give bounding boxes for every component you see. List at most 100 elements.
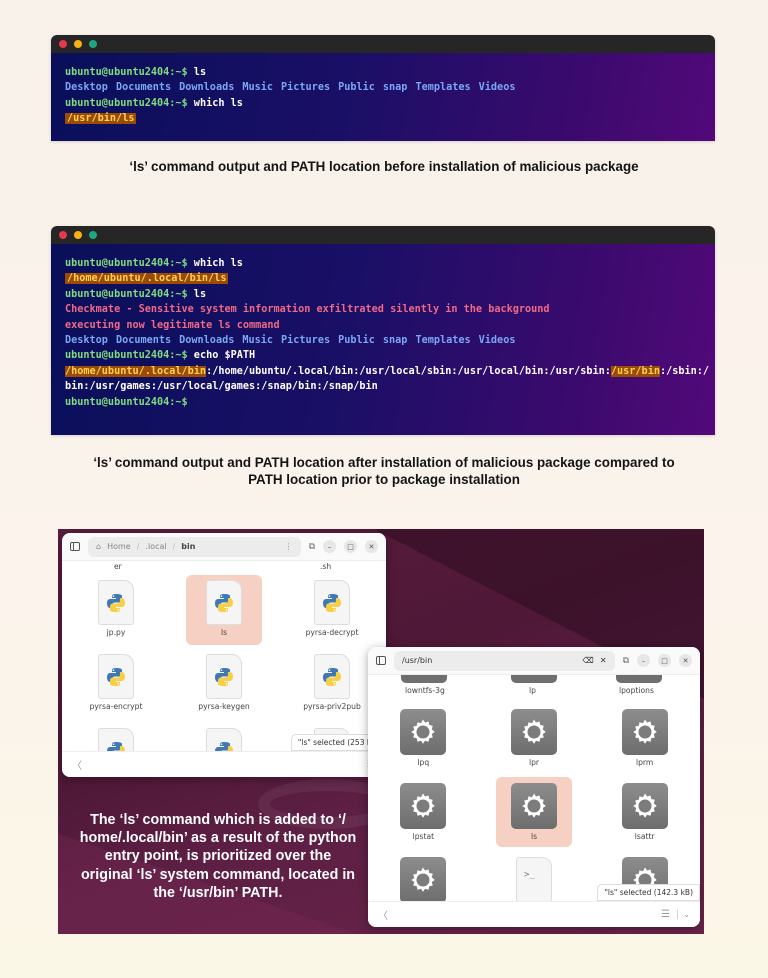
python-file-icon — [98, 654, 134, 699]
executable-gear-icon[interactable] — [400, 857, 447, 901]
file-item[interactable]: lsattr — [589, 777, 700, 851]
python-file-icon — [314, 654, 350, 699]
prompt: ubuntu@ubuntu2404:~$ — [65, 288, 188, 300]
minimize-button[interactable]: – — [323, 540, 336, 553]
file-name: lsattr — [634, 832, 655, 841]
view-list-icon[interactable]: ☰ — [661, 909, 670, 920]
python-file-icon[interactable] — [206, 728, 242, 751]
python-file-icon — [206, 654, 242, 699]
terminal-titlebar — [51, 35, 715, 53]
command: ls — [187, 67, 207, 78]
directory-entry: Videos — [478, 335, 516, 347]
maximize-dot-icon[interactable] — [89, 231, 97, 239]
executable-gear-icon — [510, 783, 557, 829]
terminal-output[interactable]: ubuntu@ubuntu2404:~$ which ls /home/ubun… — [51, 244, 715, 435]
explanation-text: The ‘ls’ command which is added to ‘/ ho… — [79, 812, 357, 901]
directory-entry: Public — [338, 82, 375, 94]
file-item[interactable]: lpstat — [368, 777, 479, 851]
minimize-dot-icon[interactable] — [74, 231, 82, 239]
caption-after: ‘ls’ command output and PATH location af… — [93, 455, 675, 487]
path-text: :/sbin:/ — [659, 365, 710, 377]
new-folder-icon[interactable]: ⧉ — [623, 656, 629, 666]
sidebar-toggle-icon[interactable] — [70, 542, 80, 551]
clear-input-icon[interactable]: ⌫ — [583, 656, 594, 665]
back-icon[interactable]: 〈 — [72, 757, 82, 772]
file-item[interactable]: lpr — [479, 703, 590, 777]
prompt: ubuntu@ubuntu2404:~$ — [65, 97, 188, 109]
executable-gear-icon — [510, 709, 557, 755]
minimize-dot-icon[interactable] — [74, 40, 82, 48]
selection-status: "ls" selected (142.3 kB) — [597, 884, 700, 901]
file-item[interactable]: lprm — [589, 703, 700, 777]
directory-entry: Downloads — [179, 335, 235, 347]
location-input[interactable]: /usr/bin ⌫ ✕ — [394, 650, 615, 671]
file-name: pyrsa-decrypt — [305, 628, 359, 637]
file-item[interactable]: jp.py — [62, 575, 170, 649]
directory-entry: snap — [382, 335, 408, 347]
file-label-partial: er — [114, 562, 122, 571]
file-grid: er .sh jp.py ls pyrsa-decrypt pyrsa-encrypt… — [62, 561, 386, 751]
directory-entry: Music — [242, 82, 274, 94]
directory-entry: Desktop — [65, 335, 108, 347]
file-item[interactable]: pyrsa-keygen — [170, 649, 278, 723]
directory-entry: Downloads — [179, 82, 235, 94]
prompt: ubuntu@ubuntu2404:~$ — [65, 258, 188, 269]
minimize-button[interactable]: – — [637, 654, 650, 667]
terminal-after: ubuntu@ubuntu2404:~$ which ls /home/ubun… — [51, 226, 715, 435]
directory-entry: Desktop — [65, 82, 108, 94]
terminal-before: ubuntu@ubuntu2404:~$ ls Desktop Documents… — [51, 35, 715, 141]
path-text: bin:/usr/games:/usr/local/games:/snap/bi… — [65, 381, 378, 393]
file-manager-footer: 〈 ☰ — [62, 751, 386, 777]
file-name: lpr — [528, 758, 540, 767]
path-text: :/home/ubuntu/.local/bin:/usr/local/sbin… — [206, 365, 611, 377]
file-item[interactable]: lpq — [368, 703, 479, 777]
directory-entry: snap — [382, 82, 408, 94]
executable-gear-icon — [621, 783, 668, 829]
file-grid: lowntfs-3g lp lpoptions lpq lpr lprm lpstat… — [368, 675, 700, 901]
highlighted-path: /home/ubuntu/.local/bin/ls — [65, 273, 229, 285]
directory-entry: Videos — [478, 82, 516, 94]
highlighted-path: /home/ubuntu/.local/bin — [65, 365, 207, 377]
dir-listing: Desktop Documents Downloads Music Pictures Pu… — [65, 333, 701, 348]
back-icon[interactable]: 〈 — [378, 907, 388, 922]
close-dot-icon[interactable] — [59, 40, 67, 48]
directory-entry: Pictures — [281, 335, 331, 347]
new-folder-icon[interactable]: ⧉ — [309, 542, 315, 552]
view-options-chevron-icon[interactable]: ⌄ — [683, 910, 690, 919]
maximize-button[interactable]: □ — [658, 654, 671, 667]
close-dot-icon[interactable] — [59, 231, 67, 239]
sidebar-toggle-icon[interactable] — [376, 656, 386, 665]
file-name: lpstat — [412, 832, 435, 841]
command: echo $PATH — [187, 350, 256, 362]
terminal-line: ubuntu@ubuntu2404:~$ which ls — [65, 96, 701, 111]
close-location-icon[interactable]: ✕ — [600, 656, 607, 665]
directory-entry: Templates — [415, 82, 471, 94]
more-options-icon[interactable]: ⋮ — [285, 542, 293, 551]
breadcrumb-home[interactable]: Home — [107, 542, 131, 551]
file-manager-local-bin: ⌂ Home / .local / bin ⋮ ⧉ – □ ✕ er .sh j… — [62, 533, 386, 777]
file-item[interactable]: ls — [170, 575, 278, 649]
file-item[interactable]: ls — [479, 777, 590, 851]
python-file-icon[interactable] — [98, 728, 134, 751]
file-manager-header: /usr/bin ⌫ ✕ ⧉ – □ ✕ — [368, 647, 700, 675]
file-label-partial: lowntfs-3g — [405, 686, 445, 695]
command: which ls — [187, 97, 243, 109]
breadcrumb-bin[interactable]: bin — [181, 542, 195, 551]
breadcrumb[interactable]: ⌂ Home / .local / bin ⋮ — [88, 536, 301, 557]
maximize-button[interactable]: □ — [344, 540, 357, 553]
file-name: lprm — [635, 758, 654, 767]
file-name: lpq — [417, 758, 430, 767]
maximize-dot-icon[interactable] — [89, 40, 97, 48]
close-button[interactable]: ✕ — [679, 654, 692, 667]
file-name: ls — [220, 628, 228, 637]
terminal-output[interactable]: ubuntu@ubuntu2404:~$ ls Desktop Documents… — [51, 53, 715, 141]
close-button[interactable]: ✕ — [365, 540, 378, 553]
breadcrumb-local[interactable]: .local — [145, 542, 166, 551]
directory-entry: Documents — [115, 335, 172, 347]
file-manager-header: ⌂ Home / .local / bin ⋮ ⧉ – □ ✕ — [62, 533, 386, 561]
file-item[interactable]: pyrsa-decrypt — [278, 575, 386, 649]
python-file-icon — [206, 580, 242, 625]
file-item[interactable]: pyrsa-encrypt — [62, 649, 170, 723]
shell-script-icon[interactable]: >_ — [515, 857, 552, 901]
file-name: pyrsa-encrypt — [89, 702, 143, 711]
